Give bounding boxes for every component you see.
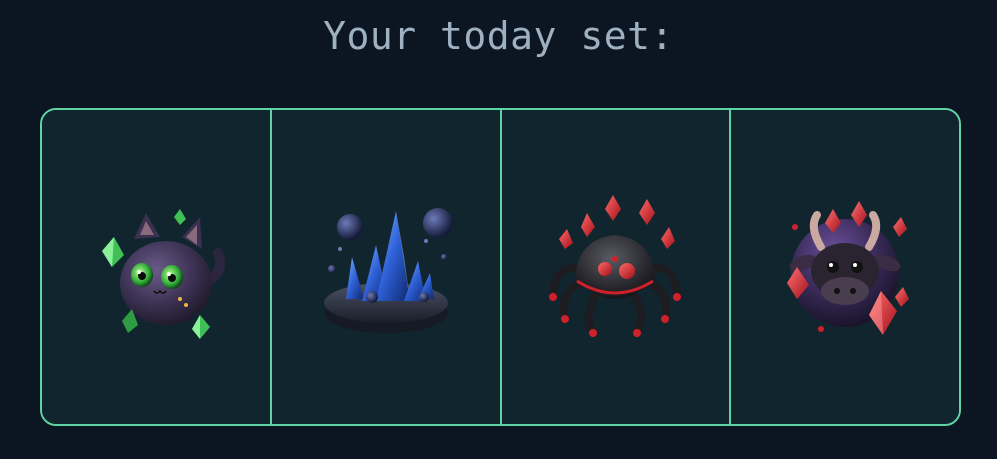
crystal-cluster-icon: [323, 208, 453, 333]
bull-creature-icon: [787, 201, 910, 335]
cat-creature-icon: [101, 209, 225, 339]
set-tile-bull[interactable]: [729, 110, 959, 424]
set-tile-spider[interactable]: [499, 110, 730, 424]
set-tile-crystal[interactable]: [269, 110, 500, 424]
set-tile-cat[interactable]: [42, 110, 270, 424]
spider-creature-icon: [549, 195, 682, 337]
page-title: Your today set:: [323, 14, 674, 58]
daily-set-grid: [40, 108, 961, 426]
